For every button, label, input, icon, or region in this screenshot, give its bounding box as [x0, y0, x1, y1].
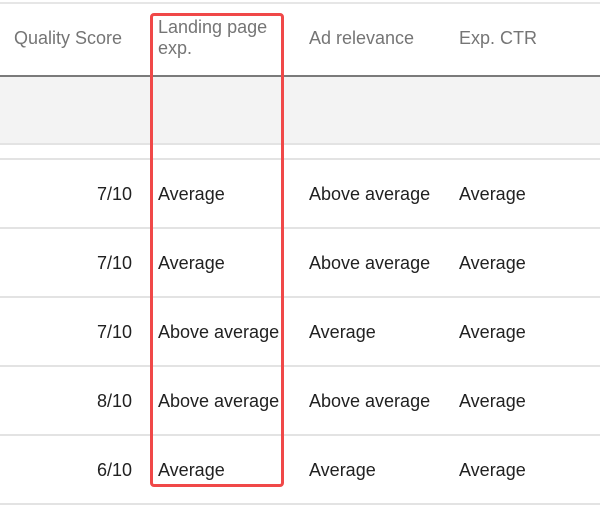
- ad-relevance-cell: Average: [309, 321, 376, 342]
- table-row[interactable]: 7/10 Average Above average Average: [0, 229, 600, 296]
- quality-score-cell: 8/10: [96, 390, 132, 411]
- ad-relevance-cell: Above average: [309, 252, 431, 273]
- quality-score-cell: 7/10: [96, 321, 132, 342]
- landing-page-cell: Average: [158, 459, 225, 480]
- landing-page-cell: Above average: [158, 390, 280, 411]
- column-header-exp-ctr[interactable]: Exp. CTR: [459, 28, 537, 49]
- table-row[interactable]: 6/10 Average Average Average: [0, 436, 600, 503]
- ad-relevance-cell: Above average: [309, 183, 431, 204]
- column-header-landing-page[interactable]: Landing page exp.: [158, 17, 282, 59]
- exp-ctr-cell: Average: [459, 252, 526, 273]
- column-header-quality-score[interactable]: Quality Score: [14, 28, 122, 49]
- table-header: Quality Score Landing page exp. Ad relev…: [0, 4, 600, 76]
- landing-page-cell: Average: [158, 183, 225, 204]
- landing-page-cell: Above average: [158, 321, 280, 342]
- table-row[interactable]: 7/10 Average Above average Average: [0, 160, 600, 227]
- column-header-ad-relevance[interactable]: Ad relevance: [309, 28, 414, 49]
- ad-relevance-cell: Above average: [309, 390, 431, 411]
- table-row[interactable]: 8/10 Above average Above average Average: [0, 367, 600, 434]
- ad-relevance-cell: Average: [309, 459, 376, 480]
- exp-ctr-cell: Average: [459, 459, 526, 480]
- exp-ctr-cell: Average: [459, 321, 526, 342]
- table-row[interactable]: 7/10 Above average Average Average: [0, 298, 600, 365]
- divider: [0, 503, 600, 505]
- exp-ctr-cell: Average: [459, 390, 526, 411]
- landing-page-cell: Average: [158, 252, 225, 273]
- quality-score-cell: 6/10: [96, 459, 132, 480]
- quality-score-cell: 7/10: [96, 252, 132, 273]
- exp-ctr-cell: Average: [459, 183, 526, 204]
- quality-score-cell: 7/10: [96, 183, 132, 204]
- summary-row: [0, 77, 600, 144]
- divider: [0, 143, 600, 145]
